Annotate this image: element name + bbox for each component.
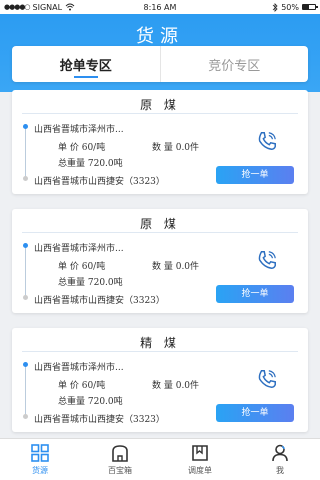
destination-address: 山西省晋城市山西捷安（3323）: [34, 177, 165, 187]
route-dot-start: [23, 124, 28, 129]
total-weight: 总重量 720.0吨: [58, 278, 123, 288]
person-icon: [272, 444, 288, 462]
route-line: [25, 245, 26, 297]
unit-price: 单 价 60/吨: [58, 143, 106, 153]
battery-icon: [302, 4, 318, 10]
tab-bidding[interactable]: 竞价专区: [159, 46, 309, 82]
nav-item-cargo[interactable]: 货源: [0, 439, 80, 480]
grab-order-button[interactable]: 抢一单: [216, 404, 294, 422]
total-weight: 总重量 720.0吨: [58, 159, 123, 169]
route-dot-end: [23, 176, 28, 181]
route-dot-end: [23, 295, 28, 300]
page-title: 货源: [136, 26, 184, 47]
cargo-card[interactable]: 原 煤 山西省晋城市泽州市... 单 价 60/吨 数 量 0.0件 总重量 7…: [12, 90, 308, 194]
route-line: [25, 364, 26, 416]
origin-address: 山西省晋城市泽州市...: [34, 125, 124, 135]
unit-price: 单 价 60/吨: [58, 262, 106, 272]
bottom-nav: 货源 百宝箱 调度单 我: [0, 438, 320, 480]
phone-icon[interactable]: [256, 249, 278, 271]
route-line: [25, 126, 26, 178]
tab-grab-orders[interactable]: 抢单专区: [12, 46, 160, 82]
cargo-card[interactable]: 精 煤 山西省晋城市泽州市... 单 价 60/吨 数 量 0.0件 总重量 7…: [12, 328, 308, 432]
grab-order-button[interactable]: 抢一单: [216, 285, 294, 303]
quantity: 数 量 0.0件: [152, 381, 200, 391]
nav-item-toolbox[interactable]: 百宝箱: [80, 439, 160, 480]
cargo-name: 原 煤: [22, 90, 298, 114]
cargo-name: 精 煤: [22, 328, 298, 352]
origin-address: 山西省晋城市泽州市...: [34, 363, 124, 373]
cargo-name: 原 煤: [22, 209, 298, 233]
cargo-list[interactable]: 原 煤 山西省晋城市泽州市... 单 价 60/吨 数 量 0.0件 总重量 7…: [0, 90, 320, 438]
nav-label: 我: [276, 466, 284, 475]
cargo-card[interactable]: 原 煤 山西省晋城市泽州市... 单 价 60/吨 数 量 0.0件 总重量 7…: [12, 209, 308, 313]
route-dot-start: [23, 243, 28, 248]
origin-address: 山西省晋城市泽州市...: [34, 244, 124, 254]
clock: 8:16 AM: [143, 2, 177, 12]
phone-icon[interactable]: [256, 130, 278, 152]
nav-item-dispatch[interactable]: 调度单: [160, 439, 240, 480]
quantity: 数 量 0.0件: [152, 143, 200, 153]
quantity: 数 量 0.0件: [152, 262, 200, 272]
toolbox-icon: [112, 445, 128, 462]
route-dot-start: [23, 362, 28, 367]
grid-icon: [31, 444, 49, 462]
tab-bar: 抢单专区 竞价专区: [12, 46, 308, 82]
nav-label: 货源: [32, 466, 48, 475]
destination-address: 山西省晋城市山西捷安（3323）: [34, 296, 165, 306]
status-bar: ●●●●○ SIGNAL 8:16 AM 50%: [0, 0, 320, 14]
unit-price: 单 价 60/吨: [58, 381, 106, 391]
nav-item-me[interactable]: 我: [240, 439, 320, 480]
nav-label: 百宝箱: [108, 466, 132, 475]
phone-icon[interactable]: [256, 368, 278, 390]
destination-address: 山西省晋城市山西捷安（3323）: [34, 415, 165, 425]
total-weight: 总重量 720.0吨: [58, 397, 123, 407]
route-dot-end: [23, 414, 28, 419]
book-icon: [192, 445, 208, 461]
nav-label: 调度单: [188, 466, 212, 475]
grab-order-button[interactable]: 抢一单: [216, 166, 294, 184]
